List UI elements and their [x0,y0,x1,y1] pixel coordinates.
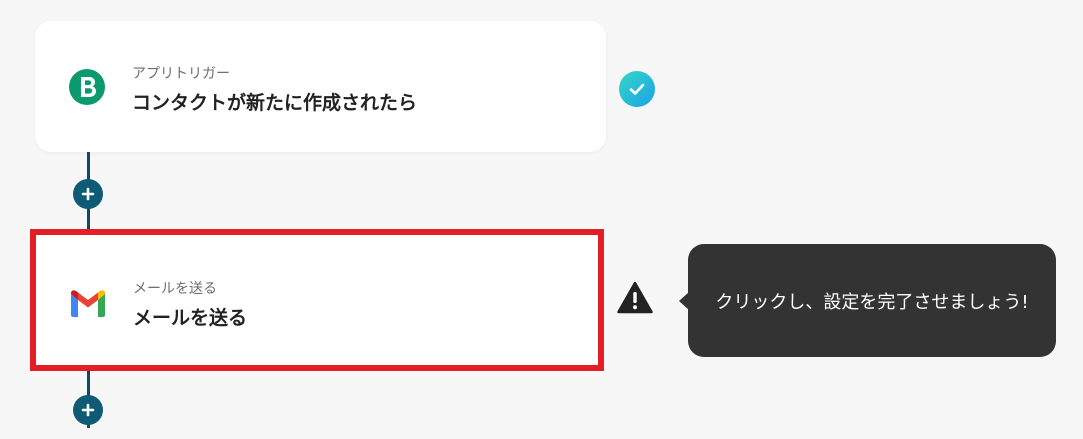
plus-icon [81,403,95,417]
add-step-button-2[interactable] [73,395,103,425]
tooltip-text: クリックし、設定を完了させましょう! [715,291,1029,313]
step-caption: アプリトリガー [132,66,230,82]
step-caption: メールを送る [133,281,217,297]
add-step-button-1[interactable] [73,179,103,209]
send-email-step-card[interactable]: メールを送る メールを送る [30,229,604,371]
setup-hint-tooltip: クリックし、設定を完了させましょう! [688,244,1056,357]
trigger-step-card[interactable]: アプリトリガー コンタクトが新たに作成されたら [35,21,606,152]
brevo-icon [68,68,106,106]
step-title: メールを送る [133,307,248,329]
gmail-icon [69,284,107,322]
plus-icon [81,187,95,201]
warning-icon [617,281,653,314]
step-title: コンタクトが新たに作成されたら [132,92,418,114]
check-icon [619,71,655,107]
